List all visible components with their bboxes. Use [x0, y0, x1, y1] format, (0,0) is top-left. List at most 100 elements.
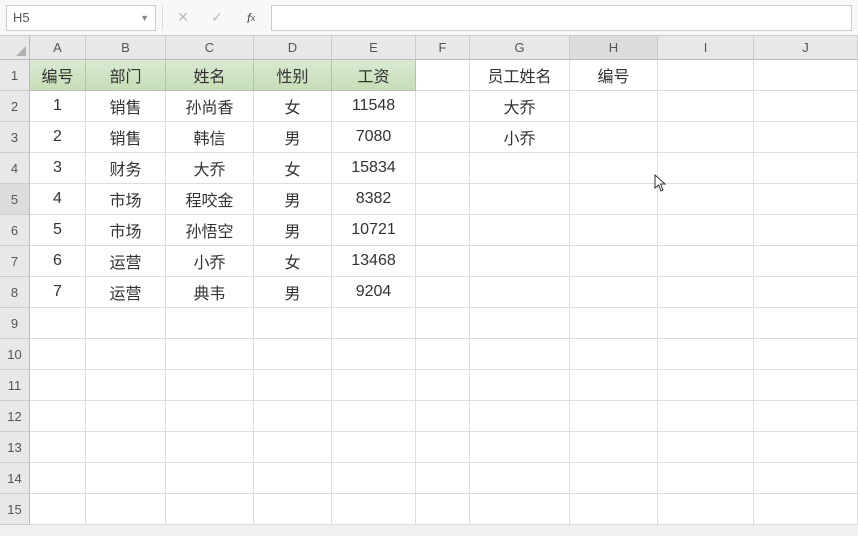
cell-D6[interactable]: 男	[254, 215, 332, 246]
cell-A8[interactable]: 7	[30, 277, 86, 308]
cell-B14[interactable]	[86, 463, 166, 494]
cell-D1[interactable]: 性别	[254, 60, 332, 91]
cell-D10[interactable]	[254, 339, 332, 370]
cell-C4[interactable]: 大乔	[166, 153, 254, 184]
cell-G8[interactable]	[470, 277, 570, 308]
row-header-15[interactable]: 15	[0, 494, 30, 525]
cell-J10[interactable]	[754, 339, 858, 370]
row-header-1[interactable]: 1	[0, 60, 30, 91]
cell-H3[interactable]	[570, 122, 658, 153]
cell-C10[interactable]	[166, 339, 254, 370]
cell-H5[interactable]	[570, 184, 658, 215]
cell-C15[interactable]	[166, 494, 254, 525]
cell-D7[interactable]: 女	[254, 246, 332, 277]
cell-H2[interactable]	[570, 91, 658, 122]
cell-G14[interactable]	[470, 463, 570, 494]
cell-G12[interactable]	[470, 401, 570, 432]
cell-D5[interactable]: 男	[254, 184, 332, 215]
cell-D4[interactable]: 女	[254, 153, 332, 184]
cell-A11[interactable]	[30, 370, 86, 401]
cell-G6[interactable]	[470, 215, 570, 246]
cell-J14[interactable]	[754, 463, 858, 494]
cell-B4[interactable]: 财务	[86, 153, 166, 184]
cell-A12[interactable]	[30, 401, 86, 432]
column-header-B[interactable]: B	[86, 36, 166, 60]
cell-B5[interactable]: 市场	[86, 184, 166, 215]
cell-J4[interactable]	[754, 153, 858, 184]
cell-C13[interactable]	[166, 432, 254, 463]
cell-B6[interactable]: 市场	[86, 215, 166, 246]
cell-G1[interactable]: 员工姓名	[470, 60, 570, 91]
cell-E15[interactable]	[332, 494, 416, 525]
cell-I14[interactable]	[658, 463, 754, 494]
cell-I2[interactable]	[658, 91, 754, 122]
cell-F7[interactable]	[416, 246, 470, 277]
cell-I8[interactable]	[658, 277, 754, 308]
cell-C5[interactable]: 程咬金	[166, 184, 254, 215]
cell-G10[interactable]	[470, 339, 570, 370]
cell-H6[interactable]	[570, 215, 658, 246]
column-header-D[interactable]: D	[254, 36, 332, 60]
cancel-formula-icon[interactable]: ✕	[169, 5, 197, 31]
cell-H1[interactable]: 编号	[570, 60, 658, 91]
cell-E4[interactable]: 15834	[332, 153, 416, 184]
accept-formula-icon[interactable]: ✓	[203, 5, 231, 31]
cell-F5[interactable]	[416, 184, 470, 215]
cell-C3[interactable]: 韩信	[166, 122, 254, 153]
cell-F4[interactable]	[416, 153, 470, 184]
cell-J9[interactable]	[754, 308, 858, 339]
column-header-H[interactable]: H	[570, 36, 658, 60]
cell-D13[interactable]	[254, 432, 332, 463]
cell-C11[interactable]	[166, 370, 254, 401]
cell-F15[interactable]	[416, 494, 470, 525]
row-header-11[interactable]: 11	[0, 370, 30, 401]
row-header-5[interactable]: 5	[0, 184, 30, 215]
cell-I4[interactable]	[658, 153, 754, 184]
cell-J6[interactable]	[754, 215, 858, 246]
cell-G13[interactable]	[470, 432, 570, 463]
cell-G9[interactable]	[470, 308, 570, 339]
cell-H15[interactable]	[570, 494, 658, 525]
cell-G11[interactable]	[470, 370, 570, 401]
cell-H9[interactable]	[570, 308, 658, 339]
cell-A14[interactable]	[30, 463, 86, 494]
cell-D9[interactable]	[254, 308, 332, 339]
cell-H10[interactable]	[570, 339, 658, 370]
cell-I10[interactable]	[658, 339, 754, 370]
cell-I9[interactable]	[658, 308, 754, 339]
row-header-6[interactable]: 6	[0, 215, 30, 246]
cell-F12[interactable]	[416, 401, 470, 432]
cell-B7[interactable]: 运营	[86, 246, 166, 277]
cell-D3[interactable]: 男	[254, 122, 332, 153]
cell-J11[interactable]	[754, 370, 858, 401]
cell-C7[interactable]: 小乔	[166, 246, 254, 277]
cell-A7[interactable]: 6	[30, 246, 86, 277]
cell-J12[interactable]	[754, 401, 858, 432]
cell-C1[interactable]: 姓名	[166, 60, 254, 91]
cell-B10[interactable]	[86, 339, 166, 370]
cell-H14[interactable]	[570, 463, 658, 494]
cell-I15[interactable]	[658, 494, 754, 525]
cell-F6[interactable]	[416, 215, 470, 246]
cell-G2[interactable]: 大乔	[470, 91, 570, 122]
cell-G15[interactable]	[470, 494, 570, 525]
cell-I3[interactable]	[658, 122, 754, 153]
cell-D11[interactable]	[254, 370, 332, 401]
cell-F11[interactable]	[416, 370, 470, 401]
cell-I1[interactable]	[658, 60, 754, 91]
formula-input[interactable]	[271, 5, 852, 31]
cell-B12[interactable]	[86, 401, 166, 432]
cell-E13[interactable]	[332, 432, 416, 463]
cell-G4[interactable]	[470, 153, 570, 184]
cell-I12[interactable]	[658, 401, 754, 432]
column-header-F[interactable]: F	[416, 36, 470, 60]
cell-E9[interactable]	[332, 308, 416, 339]
row-header-9[interactable]: 9	[0, 308, 30, 339]
cell-G5[interactable]	[470, 184, 570, 215]
cell-F3[interactable]	[416, 122, 470, 153]
cell-F13[interactable]	[416, 432, 470, 463]
cell-E10[interactable]	[332, 339, 416, 370]
cell-J13[interactable]	[754, 432, 858, 463]
cell-E8[interactable]: 9204	[332, 277, 416, 308]
cell-J7[interactable]	[754, 246, 858, 277]
